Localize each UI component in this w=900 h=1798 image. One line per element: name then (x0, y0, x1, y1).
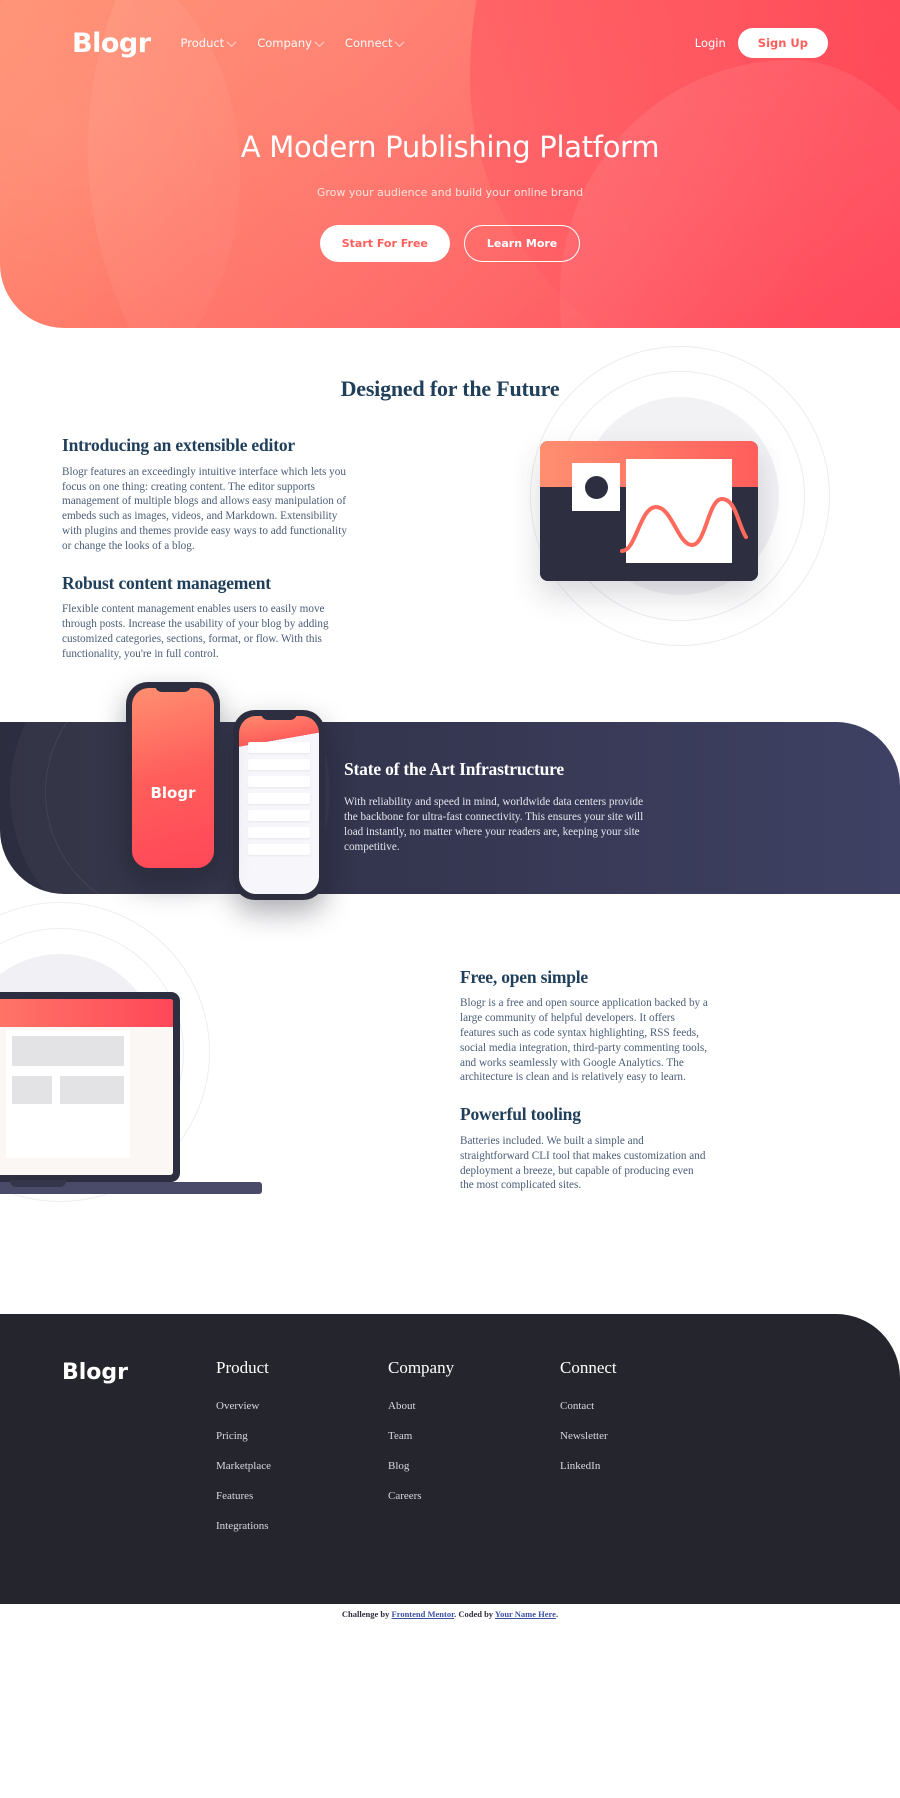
chevron-down-icon (395, 36, 405, 47)
nav-item-product[interactable]: Product (180, 36, 237, 50)
chevron-down-icon (226, 36, 237, 47)
page-root: Blogr Product Company Connect Login Sign… (0, 0, 900, 1625)
footer-link-linkedin[interactable]: LinkedIn (560, 1460, 732, 1472)
phone-primary-screen: Blogr (132, 688, 214, 868)
phones-illustration: Blogr (120, 676, 340, 906)
nav-item-company[interactable]: Company (257, 36, 325, 50)
site-footer: Blogr Product Overview Pricing Marketpla… (0, 1313, 900, 1604)
attribution-link-frontend-mentor[interactable]: Frontend Mentor (392, 1609, 455, 1619)
feature-block-editor: Introducing an extensible editor Blogr f… (62, 436, 358, 554)
nav-links: Product Company Connect (180, 36, 405, 50)
attribution-middle: . Coded by (454, 1608, 495, 1619)
nav-item-connect-label: Connect (344, 36, 393, 50)
feature-body-content-management: Flexible content management enables user… (62, 603, 329, 660)
footer-link-overview[interactable]: Overview (216, 1400, 388, 1412)
editor-mockup-card (540, 441, 758, 581)
free-open-simple-section: Free, open simple Blogr is a free and op… (0, 894, 900, 1314)
laptop-mockup-block (60, 1075, 124, 1104)
laptop-illustration (0, 901, 330, 1282)
phone-skeleton-row (248, 776, 310, 787)
phone-skeleton-row (248, 759, 310, 770)
hero-cta-group: Start For Free Learn More (0, 225, 900, 262)
feature-block-content-management: Robust content management Flexible conte… (62, 572, 358, 662)
phone-skeleton-row (248, 827, 310, 838)
phone-primary: Blogr (126, 682, 220, 874)
start-for-free-button[interactable]: Start For Free (319, 225, 450, 262)
phone-secondary (233, 710, 325, 900)
future-grid: Introducing an extensible editor Blogr f… (0, 346, 900, 662)
phone-skeleton-row (248, 810, 310, 821)
footer-logo-blogr[interactable]: Blogr (62, 1358, 216, 1550)
editor-illustration (470, 346, 890, 696)
footer-link-features[interactable]: Features (216, 1490, 388, 1502)
attribution-link-author[interactable]: Your Name Here (495, 1609, 556, 1619)
feature-body-free-open: Blogr is a free and open source applicat… (460, 997, 708, 1084)
feature-heading-free-open: Free, open simple (460, 966, 588, 987)
login-link[interactable]: Login (695, 36, 726, 50)
footer-link-team[interactable]: Team (388, 1430, 560, 1442)
nav-item-company-label: Company (257, 36, 312, 50)
footer-link-integrations[interactable]: Integrations (216, 1520, 388, 1532)
editor-mockup-dot (585, 476, 608, 499)
phone-notch (155, 685, 191, 692)
footer-link-pricing[interactable]: Pricing (216, 1430, 388, 1442)
feature-body-editor: Blogr features an exceedingly intuitive … (62, 465, 347, 552)
footer-heading-company: Company (388, 1357, 455, 1377)
infrastructure-body: With reliability and speed in mind, worl… (344, 796, 644, 854)
signup-button[interactable]: Sign Up (737, 28, 828, 58)
logo-blogr[interactable]: Blogr (72, 28, 151, 59)
laptop-mockup-block (12, 1075, 52, 1104)
laptop-mockup-header (0, 998, 173, 1027)
phone-skeleton-row (248, 742, 310, 753)
footer-link-blog[interactable]: Blog (388, 1460, 560, 1472)
footer-link-marketplace[interactable]: Marketplace (216, 1460, 388, 1472)
nav-actions: Login Sign Up (695, 28, 828, 58)
phone-skeleton-row (248, 844, 310, 855)
feature-heading-powerful-tooling: Powerful tooling (460, 1104, 581, 1125)
infrastructure-heading: State of the Art Infrastructure (344, 759, 564, 780)
feature-heading-editor: Introducing an extensible editor (62, 435, 295, 455)
feature-body-powerful-tooling: Batteries included. We built a simple an… (460, 1135, 706, 1192)
hero-title: A Modern Publishing Platform (240, 130, 660, 164)
attribution-prefix: Challenge by (341, 1608, 392, 1619)
laptop-mockup (0, 991, 180, 1182)
phone-secondary-screen (239, 716, 319, 894)
laptop-base-notch (10, 1179, 66, 1187)
hero-section: Blogr Product Company Connect Login Sign… (0, 0, 900, 328)
phone-skeleton-row (248, 793, 310, 804)
learn-more-button[interactable]: Learn More (463, 225, 581, 262)
phone-logo-blogr: Blogr (150, 784, 196, 802)
feature-block-free-open: Free, open simple Blogr is a free and op… (460, 966, 710, 1086)
hero-subtitle: Grow your audience and build your online… (316, 186, 584, 199)
footer-link-careers[interactable]: Careers (388, 1490, 560, 1502)
nav-item-product-label: Product (180, 36, 225, 50)
designed-for-future-section: Designed for the Future Introducing an e… (0, 328, 900, 722)
feature-block-powerful-tooling: Powerful tooling Batteries included. We … (460, 1105, 710, 1193)
chevron-down-icon (314, 36, 325, 47)
footer-link-newsletter[interactable]: Newsletter (560, 1430, 732, 1442)
phone-notch (261, 713, 297, 720)
editor-mockup-wave-icon (620, 496, 748, 553)
feature-heading-content-management: Robust content management (62, 572, 271, 593)
footer-column-company: Company About Team Blog Careers (388, 1358, 560, 1550)
footer-heading-connect: Connect (560, 1357, 617, 1377)
footer-column-product: Product Overview Pricing Marketplace Fea… (216, 1358, 388, 1550)
laptop-mockup-block (12, 1035, 124, 1066)
footer-heading-product: Product (216, 1357, 269, 1377)
footer-link-contact[interactable]: Contact (560, 1400, 732, 1412)
nav-item-connect[interactable]: Connect (344, 36, 405, 50)
attribution-suffix: . (555, 1608, 559, 1619)
primary-navigation: Blogr Product Company Connect Login Sign… (0, 0, 900, 59)
attribution-bar: Challenge by Frontend Mentor. Coded by Y… (0, 1603, 900, 1625)
hero-content: A Modern Publishing Platform Grow your a… (0, 58, 900, 262)
footer-column-connect: Connect Contact Newsletter LinkedIn (560, 1358, 732, 1550)
infrastructure-text: State of the Art Infrastructure With rel… (344, 760, 644, 855)
free-text-column: Free, open simple Blogr is a free and op… (460, 966, 710, 1194)
footer-link-about[interactable]: About (388, 1400, 560, 1412)
future-text-column: Introducing an extensible editor Blogr f… (62, 436, 358, 662)
